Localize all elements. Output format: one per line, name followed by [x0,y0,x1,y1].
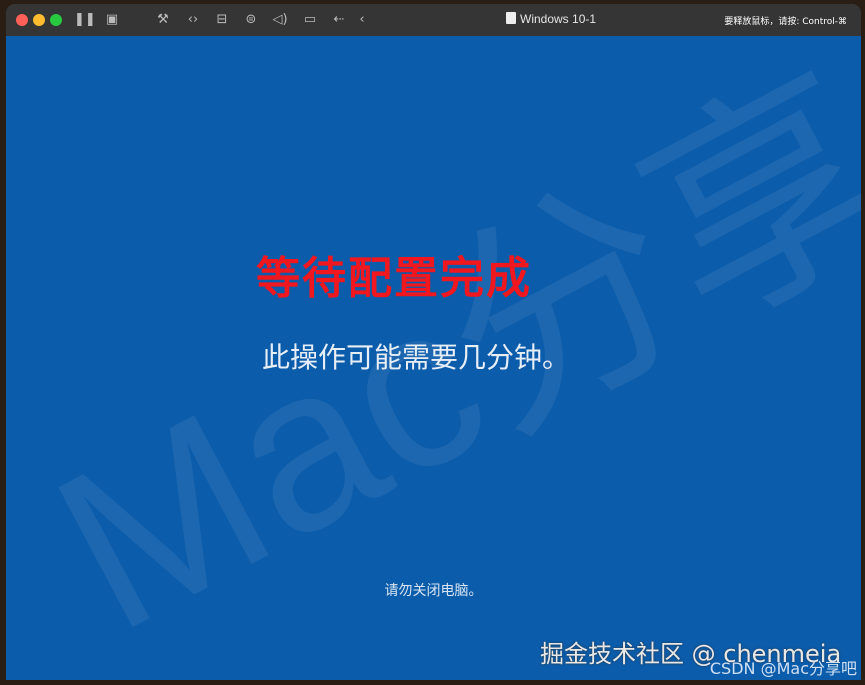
snapshot-icon[interactable]: ▣ [103,12,121,27]
camera-icon[interactable]: ▭ [301,12,319,27]
close-button[interactable] [16,14,28,26]
sound-icon[interactable]: ◁) [271,12,289,27]
setup-message: 此操作可能需要几分钟。 [262,341,571,374]
pause-icon[interactable]: ❚❚ [74,12,96,27]
footer-message: 请勿关闭电脑。 [384,583,483,599]
annotation-title: 等待配置完成 [256,253,532,304]
window-title: Windows 10-1 [506,12,596,26]
back-chevron-icon[interactable]: ‹ [353,12,371,27]
zoom-button[interactable] [50,14,62,26]
minimize-button[interactable] [33,14,45,26]
settings-wrench-icon[interactable]: ⚒ [154,12,172,27]
vm-screen[interactable]: Mac分享 等待配置完成 此操作可能需要几分钟。 请勿关闭电脑。 掘金技术社区 … [6,36,861,680]
code-icon[interactable]: ‹› [184,12,202,27]
title-bar: ❚❚ ▣ ⚒ ‹› ⊟ ⊜ ◁) ▭ ⇠ ‹ Windows 10-1 要释放鼠… [6,4,861,36]
window-title-text: Windows 10-1 [520,12,597,26]
vm-document-icon [506,12,516,24]
vm-window: ❚❚ ▣ ⚒ ‹› ⊟ ⊜ ◁) ▭ ⇠ ‹ Windows 10-1 要释放鼠… [6,4,861,680]
printer-icon[interactable]: ⊜ [242,12,260,27]
drive-icon[interactable]: ⊟ [213,12,231,27]
usb-icon[interactable]: ⇠ [330,12,348,27]
csdn-watermark: CSDN @Mac分享吧 [709,659,857,678]
release-mouse-hint: 要释放鼠标，请按: Control-⌘ [724,17,847,27]
